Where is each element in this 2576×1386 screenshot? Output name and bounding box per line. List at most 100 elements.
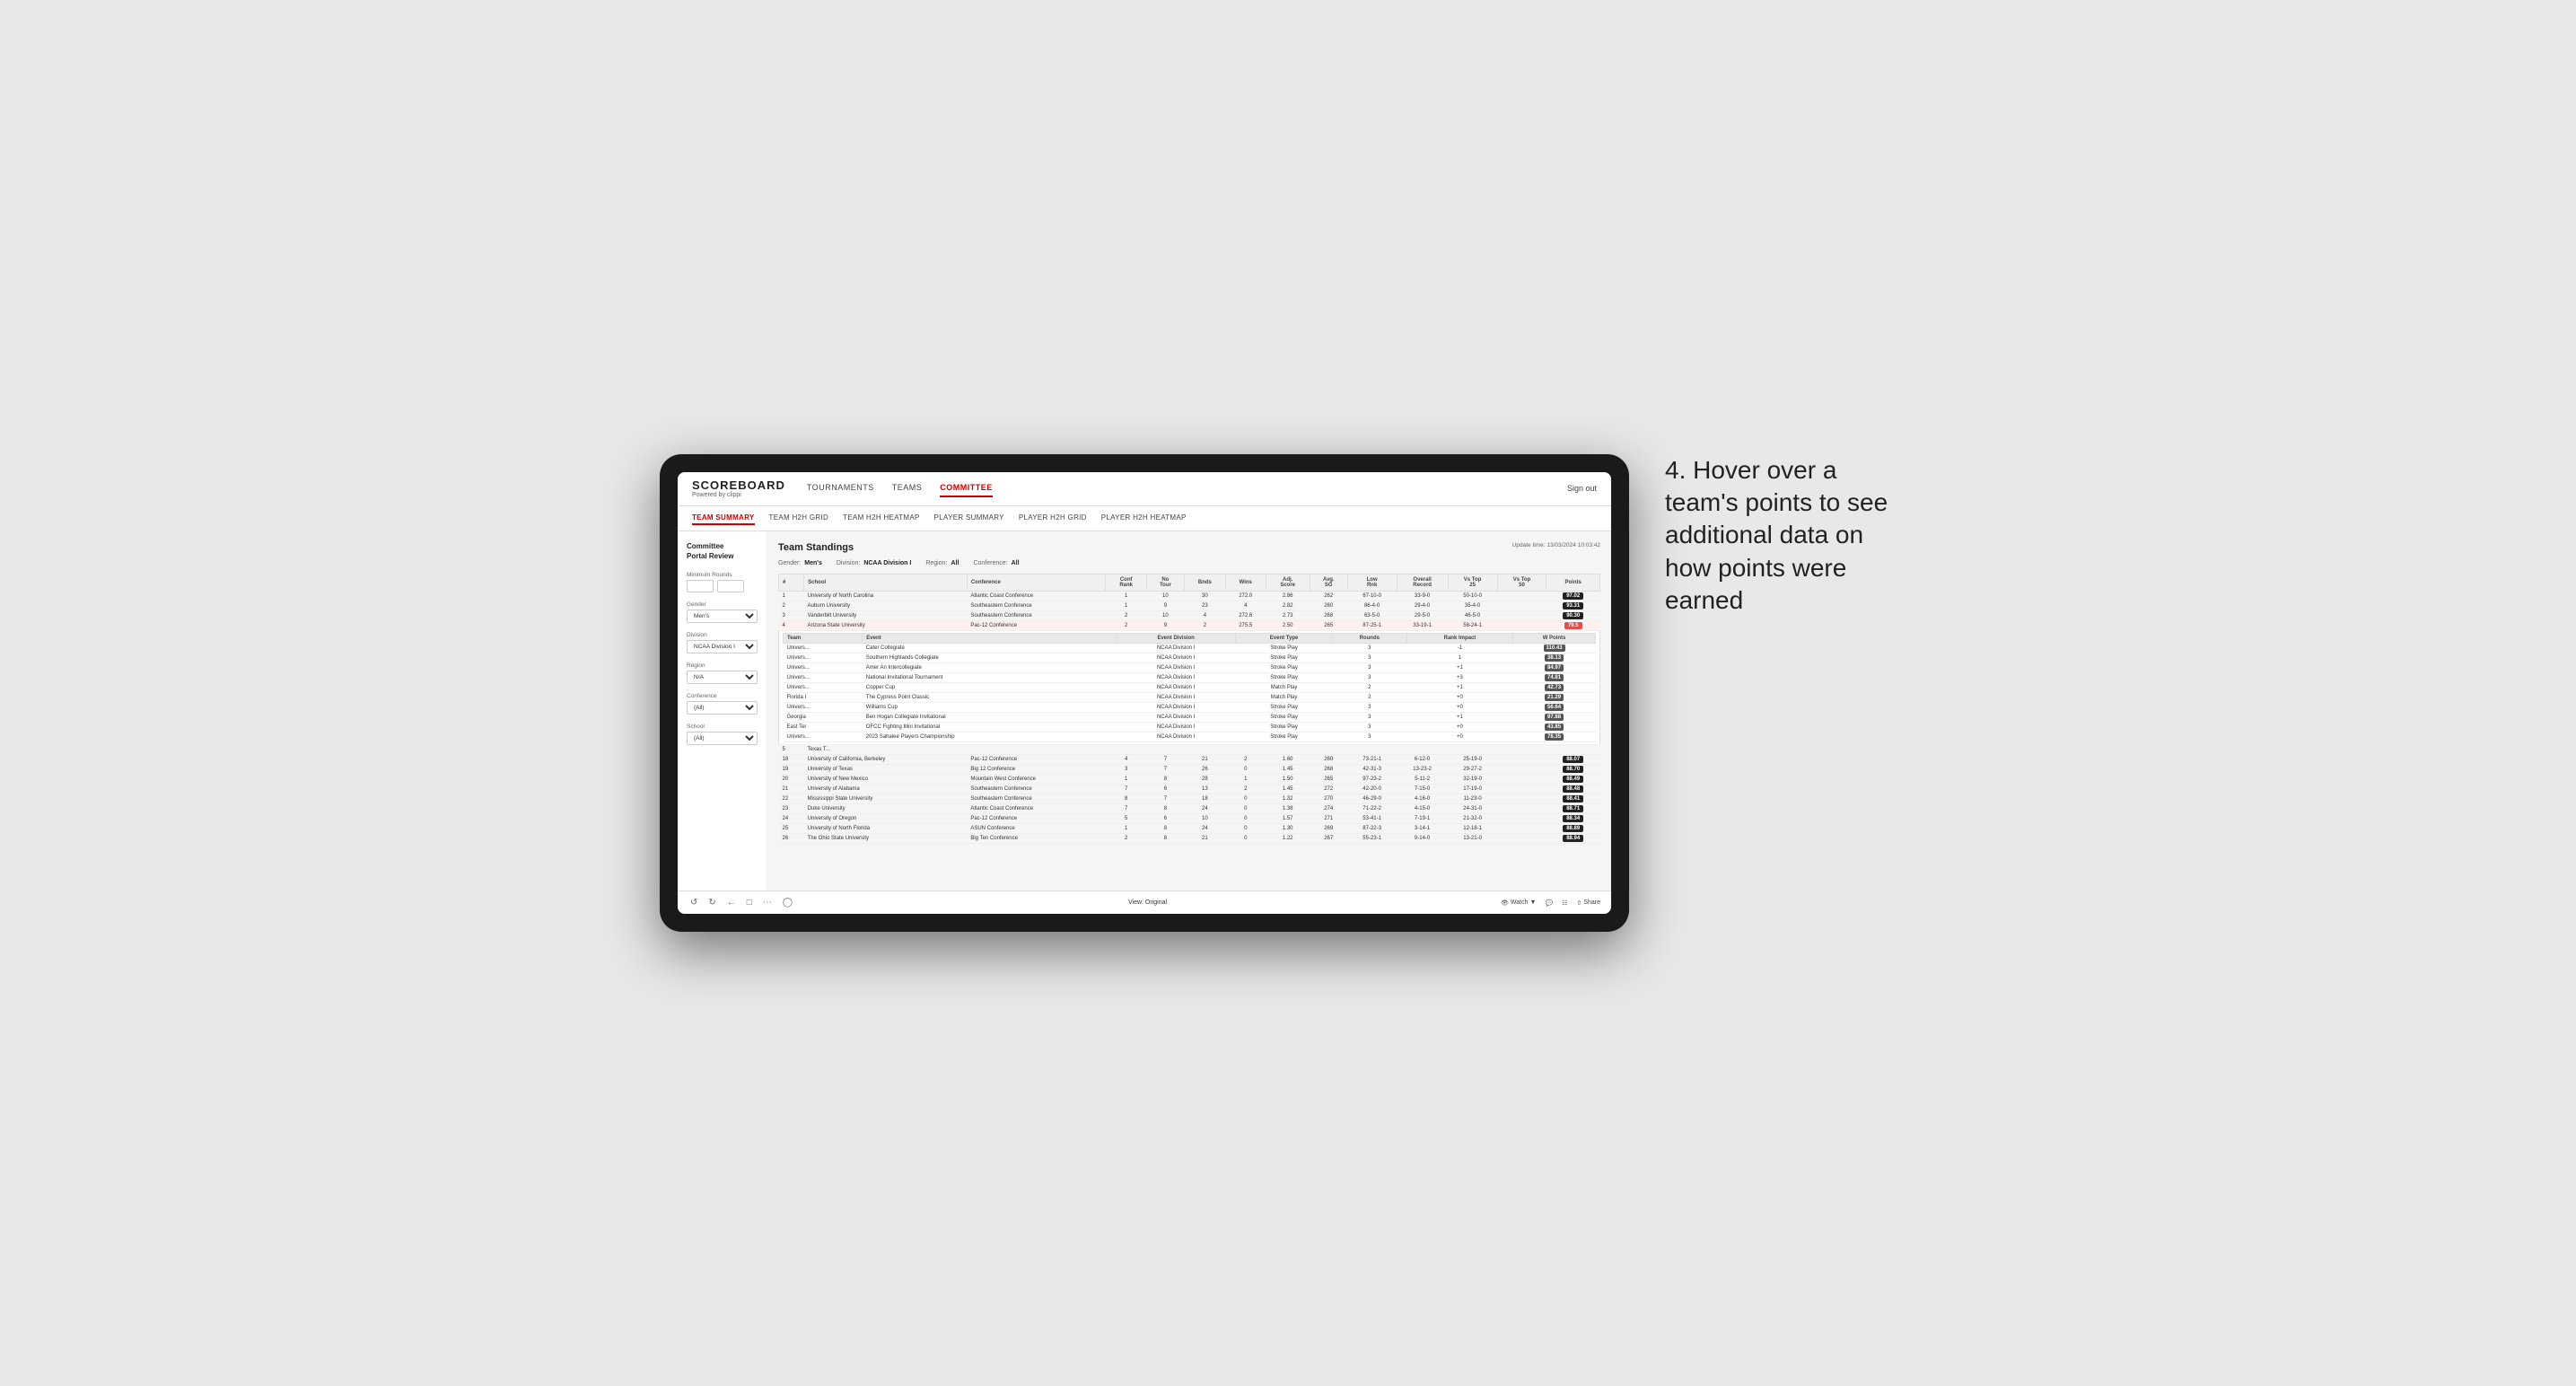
top-nav: SCOREBOARD Powered by clippi TOURNAMENTS… [678,472,1611,507]
vs-top50-cell [1497,824,1546,834]
table-row: 18 University of California, Berkeley Pa… [779,755,1600,765]
points-cell[interactable]: 88.48 [1546,785,1600,794]
points-cell[interactable]: 88.71 [1546,804,1600,814]
vs-top50-cell [1497,765,1546,775]
share-icon: ⇧ [1576,899,1582,907]
tab-team-summary[interactable]: TEAM SUMMARY [692,512,755,525]
points-cell[interactable]: 93.31 [1546,601,1600,611]
points-cell[interactable]: 88.49 [1546,775,1600,785]
exp-rounds: 2 [1332,693,1406,703]
conf-rank-cell: 5 [1106,814,1146,824]
conference-select[interactable]: (All) [687,701,758,715]
school-select[interactable]: (All) [687,732,758,745]
tab-player-h2h-grid[interactable]: PLAYER H2H GRID [1019,512,1087,525]
region-select[interactable]: N/A [687,671,758,684]
grid-button[interactable]: ☷ [1562,899,1567,907]
tab-player-summary[interactable]: PLAYER SUMMARY [934,512,1004,525]
low-rnk-cell: 86-4-0 [1347,601,1397,611]
exp-event: National Invitational Tournament [863,673,1117,683]
exp-type: Stroke Play [1236,654,1332,663]
rank-cell: 24 [779,814,804,824]
no-tour-cell: 9 [1146,601,1184,611]
points-cell[interactable]: 88.34 [1546,814,1600,824]
share-button[interactable]: ⇧ Share [1576,899,1600,907]
no-tour-cell [1146,745,1184,755]
back-button[interactable]: ← [725,896,738,909]
wins-cell: 1 [1225,775,1266,785]
col-adj-score: Adj.Score [1266,575,1310,592]
watch-button[interactable]: 👁 Watch ▼ [1501,899,1536,907]
points-cell[interactable]: 88.94 [1546,834,1600,844]
redo-button[interactable]: ↻ [706,896,717,909]
expanded-header-row: Team Event Event Division Event Type Rou… [784,634,1596,644]
exp-type: Match Play [1236,683,1332,693]
overall-record-cell: 6-12-0 [1397,755,1448,765]
watch-chevron-icon: ▼ [1530,899,1537,906]
feedback-button[interactable]: 💬 [1545,899,1553,907]
annotation-text: 4. Hover over a team's points to see add… [1665,454,1916,618]
avg-sg-cell: 268 [1310,765,1347,775]
low-rnk-cell [1347,745,1397,755]
sub-nav: TEAM SUMMARY TEAM H2H GRID TEAM H2H HEAT… [678,506,1611,531]
points-cell[interactable]: 88.41 [1546,794,1600,804]
exp-division: NCAA Division I [1116,663,1235,673]
wins-cell: 272.0 [1225,592,1266,601]
filter-division-value: NCAA Division I [863,560,911,566]
logo-area: SCOREBOARD Powered by clippi [692,479,785,499]
vs-top25-cell: 13-21-0 [1448,834,1497,844]
exp-rank-impact: +0 [1406,732,1512,742]
view-original-button[interactable]: View: Original [1128,899,1167,906]
filter-division: Division: NCAA Division I [837,560,911,566]
school-cell: University of North Carolina [804,592,968,601]
points-cell[interactable]: 90.30 [1546,611,1600,621]
conf-rank-cell: 1 [1106,601,1146,611]
expanded-table-row: Georgia Ben Hogan Collegiate Invitationa… [784,713,1596,723]
points-cell[interactable]: 88.89 [1546,824,1600,834]
overall-record-cell: 9-14-0 [1397,834,1448,844]
exp-type: Match Play [1236,693,1332,703]
tab-team-h2h-heatmap[interactable]: TEAM H2H HEATMAP [843,512,920,525]
no-tour-cell: 8 [1146,775,1184,785]
rank-cell: 18 [779,755,804,765]
col-vs-top-25: Vs Top25 [1448,575,1497,592]
tab-player-h2h-heatmap[interactable]: PLAYER H2H HEATMAP [1101,512,1187,525]
exp-type: Stroke Play [1236,713,1332,723]
exp-team: Univers... [784,732,863,742]
min-rounds-input-1[interactable] [687,580,714,592]
points-cell[interactable]: 88.70 [1546,765,1600,775]
conference-cell: Southeastern Conference [967,611,1106,621]
points-cell[interactable]: 97.02 [1546,592,1600,601]
exp-w-points: 97.88 [1513,713,1596,723]
conference-cell: Pac-12 Conference [967,814,1106,824]
nav-committee[interactable]: COMMITTEE [940,479,993,497]
exp-division: NCAA Division I [1116,723,1235,732]
exp-rounds: 3 [1332,713,1406,723]
col-rank: # [779,575,804,592]
division-select[interactable]: NCAA Division I [687,640,758,654]
avg-sg-cell [1310,745,1347,755]
nav-tournaments[interactable]: TOURNAMENTS [807,479,874,497]
exp-team: Univers... [784,663,863,673]
gender-select[interactable]: Men's [687,610,758,623]
nav-teams[interactable]: TEAMS [892,479,923,497]
exp-team: Univers... [784,654,863,663]
no-tour-cell: 6 [1146,814,1184,824]
tab-team-h2h-grid[interactable]: TEAM H2H GRID [769,512,829,525]
sign-out-button[interactable]: Sign out [1567,484,1597,493]
filter-row: Gender: Men's Division: NCAA Division I … [778,560,1600,566]
copy-button[interactable]: □ [745,896,754,909]
col-bnds: Bnds [1184,575,1225,592]
more-button[interactable]: ⋯ [761,896,774,909]
expanded-table-row: Univers... Cater Collegiate NCAA Divisio… [784,644,1596,654]
undo-button[interactable]: ↺ [688,896,699,909]
vs-top25-cell: 35-4-0 [1448,601,1497,611]
points-cell[interactable] [1546,745,1600,755]
table-row: 2 Auburn University Southeastern Confere… [779,601,1600,611]
min-rounds-input-2[interactable] [717,580,744,592]
points-cell[interactable]: 79.5 [1546,621,1600,631]
sidebar-title: CommitteePortal Review [687,542,758,561]
expanded-table-row: Univers... Williams Cup NCAA Division I … [784,703,1596,713]
filter-gender: Gender: Men's [778,560,822,566]
points-cell[interactable]: 88.07 [1546,755,1600,765]
wins-cell: 0 [1225,824,1266,834]
